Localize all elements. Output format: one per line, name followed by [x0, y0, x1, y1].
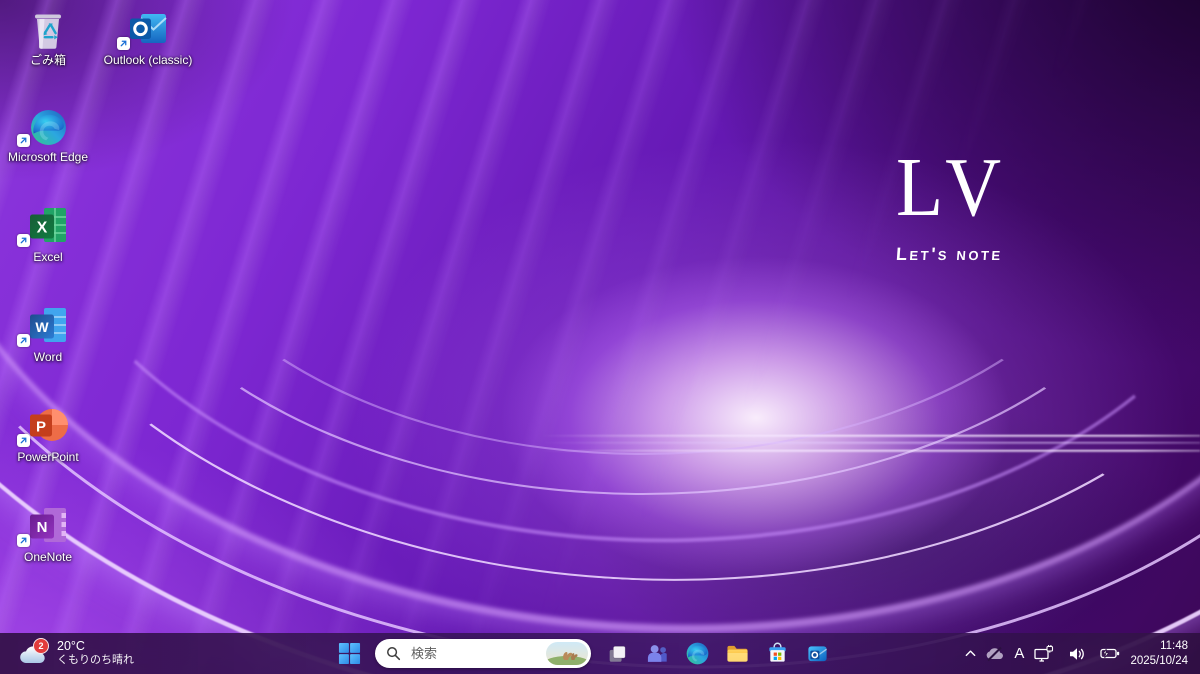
desktop-icon-excel[interactable]: X Excel: [1, 204, 95, 265]
desktop-icon-outlook-classic[interactable]: Outlook (classic): [101, 7, 195, 68]
search-box[interactable]: [375, 639, 591, 668]
desktop-icon-recycle-bin[interactable]: ごみ箱: [1, 7, 95, 68]
onedrive-offline-icon: [985, 646, 1004, 662]
search-icon: [386, 646, 401, 661]
weather-condition: くもりのち晴れ: [57, 654, 134, 667]
desktop-icon-label: Excel: [1, 251, 95, 265]
windows-logo-icon: [338, 642, 361, 665]
teams-button[interactable]: [637, 634, 677, 674]
shortcut-arrow-badge: [117, 37, 130, 50]
powerpoint-icon: P: [28, 406, 68, 446]
desktop-icon-onenote[interactable]: N OneNote: [1, 504, 95, 565]
onedrive-tray-button[interactable]: [981, 637, 1008, 671]
battery-charging-icon: [1100, 646, 1120, 661]
desktop-icon-label: Microsoft Edge: [1, 151, 95, 165]
wallpaper-diagonal-streaks: [0, 0, 1200, 674]
svg-text:N: N: [37, 519, 48, 536]
svg-text:X: X: [37, 220, 48, 237]
widgets-weather-button[interactable]: 2 20°C くもりのち晴れ: [10, 633, 142, 674]
tray-date: 2025/10/24: [1130, 654, 1188, 669]
microsoft-store-button[interactable]: [757, 634, 797, 674]
outlook-new-button[interactable]: [797, 634, 837, 674]
chevron-up-icon: [964, 647, 977, 660]
weather-cloud-icon: 2: [18, 643, 48, 665]
system-tray: A 11:48 20: [960, 633, 1196, 674]
weather-alert-badge: 2: [33, 638, 49, 654]
search-input[interactable]: [409, 645, 546, 662]
wallpaper: LV Let's note: [0, 0, 1200, 674]
file-explorer-icon: [726, 642, 749, 665]
edge-taskbar-button[interactable]: [677, 634, 717, 674]
shortcut-arrow-badge: [17, 534, 30, 547]
start-button[interactable]: [331, 634, 367, 674]
edge-icon: [30, 109, 67, 146]
microsoft-store-icon: [766, 642, 789, 665]
desktop-icon-word[interactable]: W Word: [1, 304, 95, 365]
volume-icon: [1068, 646, 1086, 662]
recycle-bin-icon: [30, 9, 66, 49]
lets-note-logo: LV Let's note: [896, 146, 1046, 265]
desktop-icon-label: ごみ箱: [1, 54, 95, 68]
wallpaper-horizontal-streak: [540, 430, 1200, 454]
desktop-icon-label: PowerPoint: [1, 451, 95, 465]
task-view-icon: [606, 643, 628, 665]
outlook-classic-icon: [128, 9, 168, 49]
shortcut-arrow-badge: [17, 434, 30, 447]
excel-icon: X: [28, 206, 68, 246]
onenote-icon: N: [28, 506, 68, 546]
taskbar-center-group: [331, 633, 837, 674]
svg-text:W: W: [35, 319, 49, 335]
shortcut-arrow-badge: [17, 134, 30, 147]
desktop-icon-powerpoint[interactable]: P PowerPoint: [1, 404, 95, 465]
desktop-icon-label: Word: [1, 351, 95, 365]
taskbar: 2 20°C くもりのち晴れ: [0, 633, 1200, 674]
quick-settings-button[interactable]: [1030, 637, 1124, 671]
task-view-button[interactable]: [597, 634, 637, 674]
file-explorer-button[interactable]: [717, 634, 757, 674]
ime-mode-button[interactable]: A: [1008, 637, 1030, 671]
search-daily-image[interactable]: [546, 642, 588, 665]
clock-button[interactable]: 11:48 2025/10/24: [1124, 637, 1196, 671]
logo-lets-note-text: Let's note: [895, 244, 1046, 265]
network-icon: [1034, 645, 1054, 663]
outlook-icon: [806, 642, 829, 665]
desktop-icon-microsoft-edge[interactable]: Microsoft Edge: [1, 104, 95, 165]
teams-icon: [646, 642, 669, 665]
weather-temperature: 20°C: [57, 639, 134, 654]
shortcut-arrow-badge: [17, 334, 30, 347]
tray-time: 11:48: [1160, 639, 1188, 654]
desktop-icon-label: OneNote: [1, 551, 95, 565]
shortcut-arrow-badge: [17, 234, 30, 247]
edge-icon: [686, 642, 709, 665]
hidden-icons-chevron-button[interactable]: [960, 637, 981, 671]
word-icon: W: [28, 306, 68, 346]
svg-text:P: P: [36, 419, 46, 436]
logo-lv-text: LV: [896, 146, 1034, 230]
desktop-icon-label: Outlook (classic): [101, 54, 195, 68]
desktop: LV Let's note ごみ箱: [0, 0, 1200, 674]
